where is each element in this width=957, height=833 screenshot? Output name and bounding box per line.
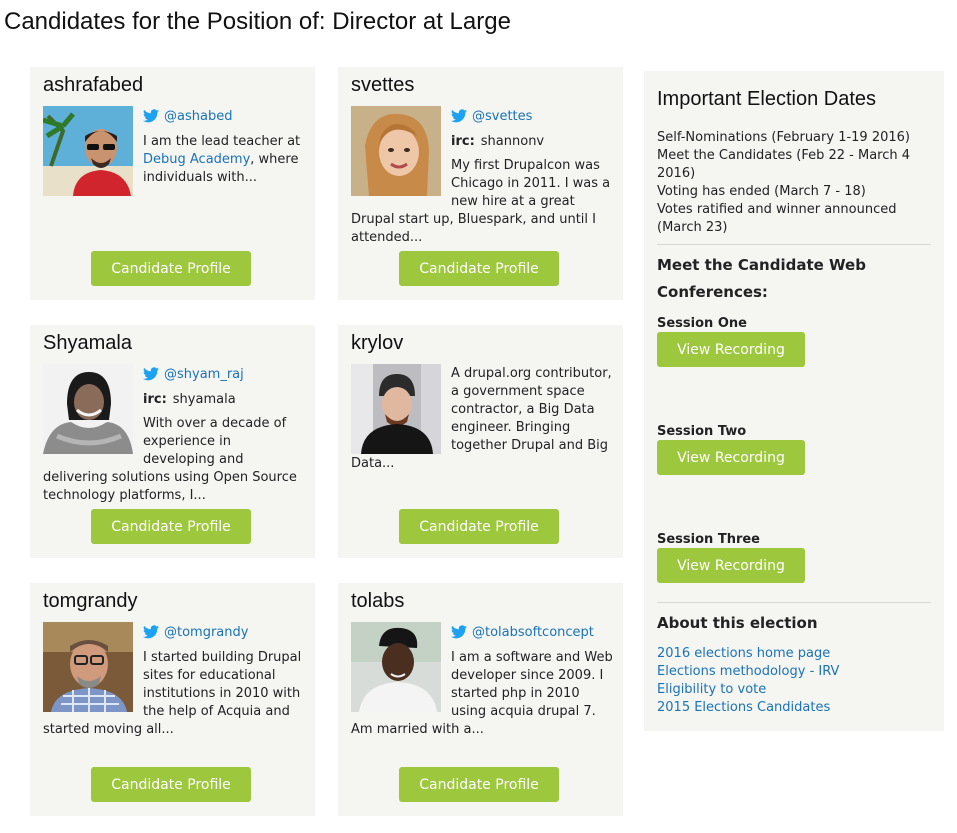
twitter-link[interactable]: @tolabsoftconcept bbox=[472, 625, 594, 640]
elections-home-link[interactable]: 2016 elections home page bbox=[657, 646, 830, 661]
view-recording-button[interactable]: View Recording bbox=[657, 548, 805, 583]
about-election-heading: About this election bbox=[657, 614, 818, 632]
twitter-handle[interactable]: @svettes bbox=[451, 108, 532, 129]
candidate-name[interactable]: Shyamala bbox=[43, 331, 132, 355]
election-date-item: Self-Nominations (February 1-19 2016) bbox=[657, 130, 910, 145]
candidate-profile-button[interactable]: Candidate Profile bbox=[91, 767, 251, 802]
irc-handle: irc: shyamala bbox=[143, 391, 236, 409]
candidate-name[interactable]: ashrafabed bbox=[43, 73, 143, 97]
candidate-profile-button[interactable]: Candidate Profile bbox=[91, 251, 251, 286]
session-one-label: Session One bbox=[657, 316, 747, 331]
election-dates-title: Important Election Dates bbox=[657, 88, 876, 110]
irc-label: irc: bbox=[143, 392, 167, 407]
twitter-link[interactable]: @svettes bbox=[472, 109, 532, 124]
candidate-bio: A drupal.org contributor, a government s… bbox=[351, 365, 613, 473]
candidate-name[interactable]: krylov bbox=[351, 331, 403, 355]
election-date-item: Meet the Candidates (Feb 22 - March 4 20… bbox=[657, 148, 911, 181]
election-date-item: Voting has ended (March 7 - 18) bbox=[657, 184, 866, 199]
candidate-name[interactable]: svettes bbox=[351, 73, 414, 97]
candidate-card: ashrafabed @ashabed I am the lead teache… bbox=[30, 67, 315, 300]
candidate-card: krylov A drupal.org contributor, a gover… bbox=[338, 325, 623, 558]
twitter-handle[interactable]: @tomgrandy bbox=[143, 624, 248, 645]
candidate-profile-button[interactable]: Candidate Profile bbox=[399, 509, 559, 544]
session-three-label: Session Three bbox=[657, 532, 760, 547]
twitter-icon bbox=[143, 109, 159, 129]
elections-methodology-link[interactable]: Elections methodology - IRV bbox=[657, 664, 839, 679]
irc-value: shannonv bbox=[480, 134, 545, 149]
candidate-profile-button[interactable]: Candidate Profile bbox=[91, 509, 251, 544]
candidate-bio: I am a software and Web developer since … bbox=[351, 649, 613, 739]
irc-value: shyamala bbox=[172, 392, 236, 407]
about-election-links: 2016 elections home page Elections metho… bbox=[657, 645, 839, 717]
previous-candidates-link[interactable]: 2015 Elections Candidates bbox=[657, 700, 830, 715]
election-date-item: Votes ratified and winner announced (Mar… bbox=[657, 202, 897, 235]
candidate-bio: I am the lead teacher at Debug Academy, … bbox=[43, 133, 305, 199]
irc-handle: irc: shannonv bbox=[451, 133, 544, 151]
twitter-handle[interactable]: @shyam_raj bbox=[143, 366, 244, 387]
divider bbox=[657, 244, 931, 245]
divider bbox=[657, 602, 931, 603]
session-two-label: Session Two bbox=[657, 424, 747, 439]
bio-text: I am the lead teacher at bbox=[143, 134, 301, 149]
candidate-name[interactable]: tolabs bbox=[351, 589, 404, 613]
twitter-icon bbox=[143, 625, 159, 645]
candidate-profile-button[interactable]: Candidate Profile bbox=[399, 251, 559, 286]
candidate-card: Shyamala @shyam_raj irc: shyamala With ov… bbox=[30, 325, 315, 558]
candidate-card: svettes @svettes irc: shannonv My first D… bbox=[338, 67, 623, 300]
twitter-icon bbox=[451, 625, 467, 645]
twitter-handle[interactable]: @ashabed bbox=[143, 108, 232, 129]
debug-academy-link[interactable]: Debug Academy bbox=[143, 152, 250, 167]
election-sidebar: Important Election Dates Self-Nomination… bbox=[644, 71, 944, 731]
candidate-name[interactable]: tomgrandy bbox=[43, 589, 138, 613]
candidate-bio: With over a decade of experience in deve… bbox=[43, 415, 305, 505]
twitter-icon bbox=[451, 109, 467, 129]
page-title: Candidates for the Position of: Director… bbox=[4, 8, 511, 35]
twitter-link[interactable]: @tomgrandy bbox=[164, 625, 248, 640]
view-recording-button[interactable]: View Recording bbox=[657, 440, 805, 475]
twitter-handle[interactable]: @tolabsoftconcept bbox=[451, 624, 594, 645]
candidate-bio: My first Drupalcon was Chicago in 2011. … bbox=[351, 157, 613, 247]
candidate-card: tolabs @tolabsoftconcept I am a software… bbox=[338, 583, 623, 816]
candidate-profile-button[interactable]: Candidate Profile bbox=[399, 767, 559, 802]
irc-label: irc: bbox=[451, 134, 475, 149]
view-recording-button[interactable]: View Recording bbox=[657, 332, 805, 367]
candidate-card: tomgrandy @tomgrandy I started building … bbox=[30, 583, 315, 816]
twitter-link[interactable]: @shyam_raj bbox=[164, 367, 244, 382]
twitter-icon bbox=[143, 367, 159, 387]
election-dates-list: Self-Nominations (February 1-19 2016) Me… bbox=[657, 129, 927, 237]
twitter-link[interactable]: @ashabed bbox=[164, 109, 232, 124]
web-conferences-heading: Meet the Candidate Web Conferences: bbox=[657, 256, 866, 301]
candidate-bio: I started building Drupal sites for educ… bbox=[43, 649, 305, 739]
eligibility-link[interactable]: Eligibility to vote bbox=[657, 682, 766, 697]
